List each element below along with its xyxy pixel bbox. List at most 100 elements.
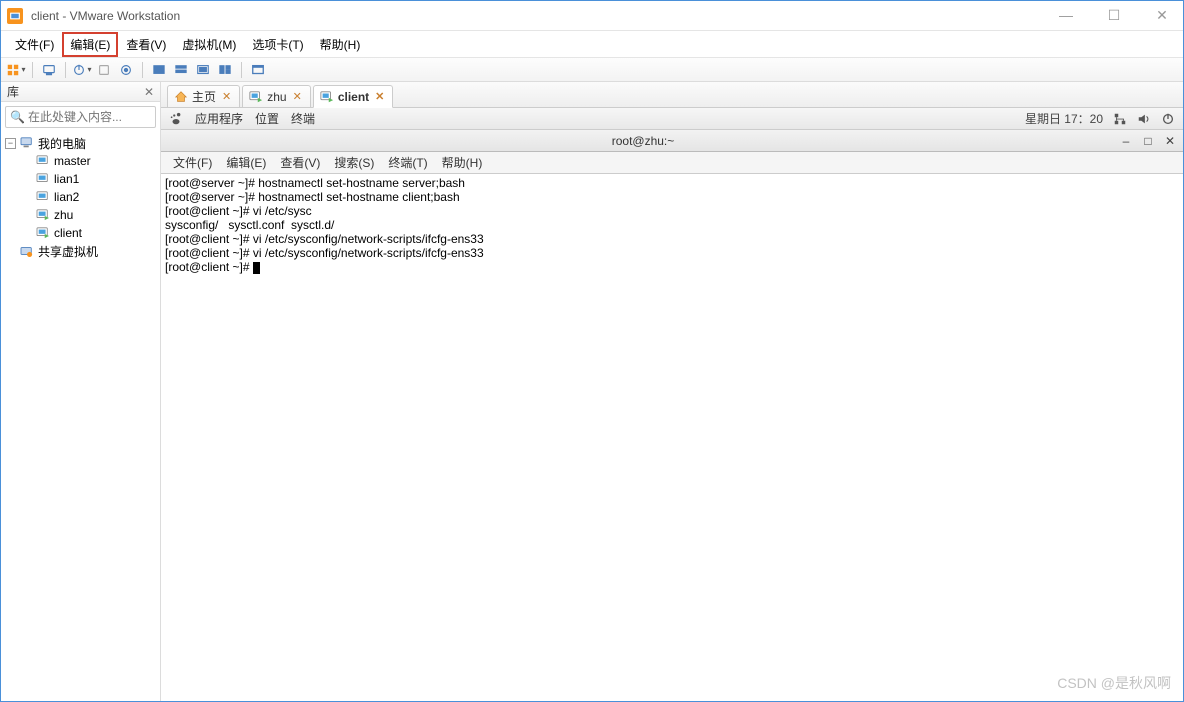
tree-item-label: master <box>54 154 91 168</box>
maximize-button[interactable]: ☐ <box>1099 7 1129 24</box>
guest-top-panel: 应用程序 位置 终端 星期日 17：20 <box>161 108 1183 130</box>
view-list-button[interactable] <box>171 61 191 79</box>
menu-edit[interactable]: 编辑(E) <box>62 32 118 57</box>
term-menu-view[interactable]: 查看(V) <box>274 152 326 173</box>
tab-label: zhu <box>267 90 286 104</box>
terminal-close-button[interactable]: ✕ <box>1163 134 1177 148</box>
sidebar-search[interactable]: 🔍 ▾ <box>5 106 156 128</box>
tree-item-zhu[interactable]: zhu <box>1 206 160 224</box>
tab-close-button[interactable]: ✕ <box>293 90 302 103</box>
vm-icon <box>35 190 51 204</box>
vm-icon <box>35 172 51 186</box>
menu-vm[interactable]: 虚拟机(M) <box>174 32 244 57</box>
tree-item-label: client <box>54 226 82 240</box>
gnome-logo-icon[interactable] <box>169 112 183 126</box>
tree-expander[interactable]: − <box>5 138 16 149</box>
fullscreen-button[interactable] <box>248 61 268 79</box>
window-titlebar: client - VMware Workstation — ☐ ✕ <box>1 1 1183 31</box>
menu-help[interactable]: 帮助(H) <box>312 32 369 57</box>
tree-root-label: 我的电脑 <box>38 135 86 152</box>
app-icon <box>7 8 23 24</box>
terminal-line: [root@client ~]# vi /etc/sysconfig/netwo… <box>165 246 484 260</box>
view-thumb-button[interactable] <box>215 61 235 79</box>
search-icon: 🔍 <box>10 110 25 124</box>
tree-shared-vms[interactable]: 共享虚拟机 <box>1 242 160 260</box>
sidebar-header: 库 ✕ <box>1 82 160 102</box>
toolbar: ▾ ▾ <box>1 58 1183 82</box>
snapshot-button[interactable] <box>116 61 136 79</box>
terminal-titlebar[interactable]: root@zhu:~ – □ ✕ <box>161 130 1183 152</box>
volume-icon[interactable] <box>1137 112 1151 126</box>
menu-view[interactable]: 查看(V) <box>118 32 174 57</box>
sidebar: 库 ✕ 🔍 ▾ − 我的电脑 master lian1 l <box>1 82 161 701</box>
tree-item-client[interactable]: client <box>1 224 160 242</box>
terminal-line: sysconfig/ sysctl.conf sysctl.d/ <box>165 218 334 232</box>
tab-home[interactable]: 主页 ✕ <box>167 85 240 107</box>
terminal-line: [root@server ~]# hostnamectl set-hostnam… <box>165 190 460 204</box>
terminal-body[interactable]: [root@server ~]# hostnamectl set-hostnam… <box>161 174 1183 701</box>
term-menu-edit[interactable]: 编辑(E) <box>220 152 272 173</box>
terminal-line: [root@client ~]# vi /etc/sysconfig/netwo… <box>165 232 484 246</box>
content-area: 主页 ✕ zhu ✕ client ✕ 应用程序 位置 终端 <box>161 82 1183 701</box>
terminal-line: [root@server ~]# hostnamectl set-hostnam… <box>165 176 465 190</box>
terminal-cursor <box>253 262 260 274</box>
sidebar-tree: − 我的电脑 master lian1 lian2 zhu <box>1 132 160 262</box>
terminal-menubar: 文件(F) 编辑(E) 查看(V) 搜索(S) 终端(T) 帮助(H) <box>161 152 1183 174</box>
library-button[interactable]: ▾ <box>6 61 26 79</box>
terminal-minimize-button[interactable]: – <box>1119 134 1133 148</box>
menubar: 文件(F) 编辑(E) 查看(V) 虚拟机(M) 选项卡(T) 帮助(H) <box>1 31 1183 58</box>
tree-item-lian2[interactable]: lian2 <box>1 188 160 206</box>
vm-icon <box>35 154 51 168</box>
tree-shared-label: 共享虚拟机 <box>38 243 98 260</box>
vm-running-icon <box>35 208 51 222</box>
watermark: CSDN @是秋风啊 <box>1057 673 1171 693</box>
menu-file[interactable]: 文件(F) <box>7 32 62 57</box>
panel-clock[interactable]: 星期日 17：20 <box>1025 110 1103 127</box>
home-icon <box>174 90 188 104</box>
term-menu-terminal[interactable]: 终端(T) <box>382 152 433 173</box>
tree-root-mycomputer[interactable]: − 我的电脑 <box>1 134 160 152</box>
network-icon[interactable] <box>1113 112 1127 126</box>
shared-icon <box>19 244 35 258</box>
sidebar-close-button[interactable]: ✕ <box>144 85 154 99</box>
tree-item-label: lian2 <box>54 190 79 204</box>
power-icon[interactable] <box>1161 112 1175 126</box>
panel-terminal[interactable]: 终端 <box>291 110 315 127</box>
window-title: client - VMware Workstation <box>31 9 180 23</box>
menu-tabs[interactable]: 选项卡(T) <box>244 32 311 57</box>
tab-close-button[interactable]: ✕ <box>375 90 384 103</box>
computer-icon <box>19 136 35 150</box>
terminal-title: root@zhu:~ <box>167 134 1119 148</box>
window-controls: — ☐ ✕ <box>1051 7 1177 24</box>
term-menu-search[interactable]: 搜索(S) <box>328 152 380 173</box>
close-button[interactable]: ✕ <box>1147 7 1177 24</box>
tree-item-lian1[interactable]: lian1 <box>1 170 160 188</box>
panel-applications[interactable]: 应用程序 <box>195 110 243 127</box>
toolbar-vm-button[interactable] <box>39 61 59 79</box>
view-console-button[interactable] <box>193 61 213 79</box>
tabstrip: 主页 ✕ zhu ✕ client ✕ <box>161 82 1183 108</box>
suspend-button[interactable] <box>94 61 114 79</box>
tab-label: client <box>338 90 369 104</box>
sidebar-title: 库 <box>7 83 144 100</box>
tab-close-button[interactable]: ✕ <box>222 90 231 103</box>
vm-running-icon <box>249 90 263 104</box>
term-menu-help[interactable]: 帮助(H) <box>436 152 489 173</box>
terminal-window: root@zhu:~ – □ ✕ 文件(F) 编辑(E) 查看(V) 搜索(S)… <box>161 130 1183 701</box>
tab-zhu[interactable]: zhu ✕ <box>242 85 311 107</box>
main-area: 库 ✕ 🔍 ▾ − 我的电脑 master lian1 l <box>1 82 1183 701</box>
search-input[interactable] <box>28 110 183 124</box>
terminal-maximize-button[interactable]: □ <box>1141 134 1155 148</box>
panel-places[interactable]: 位置 <box>255 110 279 127</box>
tree-item-master[interactable]: master <box>1 152 160 170</box>
power-on-button[interactable]: ▾ <box>72 61 92 79</box>
view-single-button[interactable] <box>149 61 169 79</box>
tab-label: 主页 <box>192 88 216 105</box>
tree-item-label: zhu <box>54 208 73 222</box>
terminal-line: [root@client ~]# <box>165 260 253 274</box>
terminal-line: [root@client ~]# vi /etc/sysc <box>165 204 312 218</box>
tree-item-label: lian1 <box>54 172 79 186</box>
term-menu-file[interactable]: 文件(F) <box>167 152 218 173</box>
tab-client[interactable]: client ✕ <box>313 85 394 108</box>
minimize-button[interactable]: — <box>1051 7 1081 24</box>
